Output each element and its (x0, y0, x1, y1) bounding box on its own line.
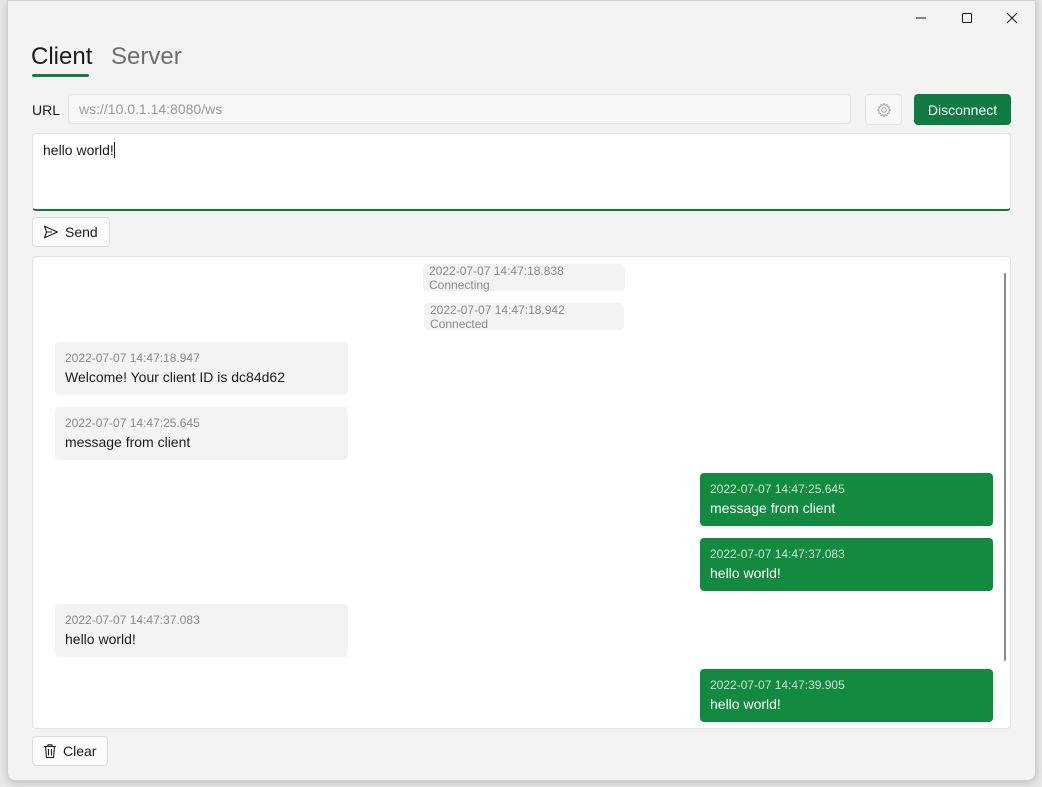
url-label: URL (32, 102, 61, 118)
message-timestamp: 2022-07-07 14:47:39.905 (710, 678, 845, 692)
tab-client[interactable]: Client (31, 43, 92, 71)
send-icon (43, 225, 59, 239)
send-button[interactable]: Send (32, 217, 110, 247)
message-text: Welcome! Your client ID is dc84d62 (65, 369, 285, 385)
outgoing-message: 2022-07-07 14:47:25.645 message from cli… (700, 473, 993, 526)
message-timestamp: 2022-07-07 14:47:25.645 (710, 482, 845, 496)
trash-icon (44, 744, 56, 759)
maximize-button[interactable] (947, 5, 987, 31)
active-tab-indicator (32, 74, 89, 77)
status-connected: 2022-07-07 14:47:18.942 Connected (424, 303, 624, 331)
close-icon (1006, 12, 1018, 24)
log-scrollbar[interactable] (1004, 273, 1006, 661)
tab-server[interactable]: Server (111, 43, 182, 71)
message-input[interactable]: hello world! (32, 133, 1011, 211)
incoming-message: 2022-07-07 14:47:18.947 Welcome! Your cl… (55, 342, 348, 395)
message-timestamp: 2022-07-07 14:47:25.645 (65, 416, 200, 430)
text-caret (113, 142, 115, 158)
message-timestamp: 2022-07-07 14:47:37.083 (710, 547, 845, 561)
message-text: hello world! (710, 696, 781, 712)
url-input[interactable]: ws://10.0.1.14:8080/ws (68, 94, 851, 124)
message-text: message from client (65, 434, 191, 450)
minimize-button[interactable] (901, 5, 941, 31)
message-timestamp: 2022-07-07 14:47:37.083 (65, 613, 200, 627)
status-connecting: 2022-07-07 14:47:18.838 Connecting (423, 264, 625, 292)
message-text: hello world! (710, 565, 781, 581)
incoming-message: 2022-07-07 14:47:25.645 message from cli… (55, 407, 348, 460)
settings-button[interactable] (865, 94, 902, 125)
maximize-icon (962, 13, 972, 23)
message-timestamp: 2022-07-07 14:47:18.947 (65, 351, 200, 365)
incoming-message: 2022-07-07 14:47:37.083 hello world! (55, 604, 348, 657)
message-text: hello world! (65, 631, 136, 647)
app-window: Client Server URL ws://10.0.1.14:8080/ws… (7, 0, 1036, 781)
outgoing-message: 2022-07-07 14:47:37.083 hello world! (700, 538, 993, 591)
gear-icon (876, 102, 891, 117)
message-log[interactable]: 2022-07-07 14:47:18.838 Connecting 2022-… (32, 256, 1011, 729)
clear-button[interactable]: Clear (32, 736, 109, 766)
send-label: Send (65, 224, 98, 240)
clear-label: Clear (63, 743, 97, 759)
message-text: hello world! (43, 142, 114, 158)
outgoing-message: 2022-07-07 14:47:39.905 hello world! (700, 669, 993, 722)
minimize-icon (916, 17, 926, 19)
url-value: ws://10.0.1.14:8080/ws (79, 101, 223, 117)
close-button[interactable] (992, 5, 1032, 31)
disconnect-button[interactable]: Disconnect (914, 94, 1011, 125)
message-text: message from client (710, 500, 836, 516)
